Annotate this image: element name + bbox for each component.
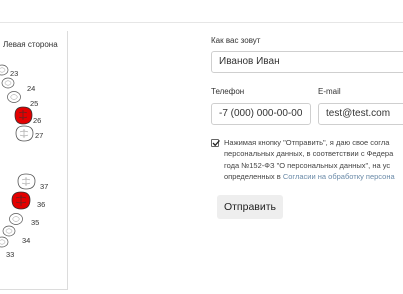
consent-text: Нажимая кнопку "Отправить", я даю свое с… [224, 137, 403, 182]
tooth-number-36: 36 [37, 200, 45, 209]
tooth-chart-side-label: Левая сторона [3, 40, 58, 49]
tooth-36[interactable] [11, 191, 31, 210]
tooth-37[interactable] [17, 173, 36, 190]
phone-input[interactable]: -7 (000) 000-00-00 [211, 103, 311, 125]
tooth-24[interactable] [1, 77, 15, 89]
tooth-number-37: 37 [40, 182, 48, 191]
tooth-number-23: 23 [10, 69, 18, 78]
tooth-27[interactable] [15, 125, 34, 142]
consent-line-4-text: определенных в [224, 171, 283, 181]
submit-button[interactable]: Отправить [217, 195, 283, 219]
tooth-number-34: 34 [22, 236, 30, 245]
consent-line-3: года №152-ФЗ "О персональных данных", на… [224, 160, 391, 170]
name-input[interactable]: Иванов Иван [211, 51, 403, 73]
consent-checkbox[interactable] [211, 139, 220, 147]
email-label: E-mail [318, 87, 341, 96]
tooth-number-24: 24 [27, 84, 35, 93]
phone-label: Телефон [211, 87, 245, 96]
name-label: Как вас зовут [211, 36, 261, 45]
tooth-number-26: 26 [33, 116, 41, 125]
consent-line-2: персональных данных, в соответствии с Фе… [224, 149, 394, 159]
email-input[interactable]: test@test.com [318, 103, 403, 125]
tooth-chart: 23 24 25 26 27 37 36 35 34 33 [0, 64, 48, 259]
tooth-25[interactable] [7, 91, 21, 103]
tooth-34[interactable] [2, 225, 16, 237]
consent-line-4: определенных в Согласии на обработку пер… [224, 171, 403, 182]
tooth-number-35: 35 [31, 218, 39, 227]
top-divider [0, 22, 403, 23]
consent-line-1: Нажимая кнопку "Отправить", я даю свое с… [224, 138, 390, 147]
tooth-26[interactable] [14, 106, 33, 125]
tooth-number-33: 33 [6, 250, 14, 259]
checkmark-icon [212, 140, 220, 147]
consent-agreement-link[interactable]: Согласии на обработку персона [283, 172, 395, 181]
tooth-33[interactable] [0, 236, 9, 248]
tooth-number-27: 27 [35, 131, 43, 140]
tooth-number-25: 25 [30, 99, 38, 108]
tooth-35[interactable] [9, 213, 23, 225]
tooth-23[interactable] [0, 64, 9, 76]
